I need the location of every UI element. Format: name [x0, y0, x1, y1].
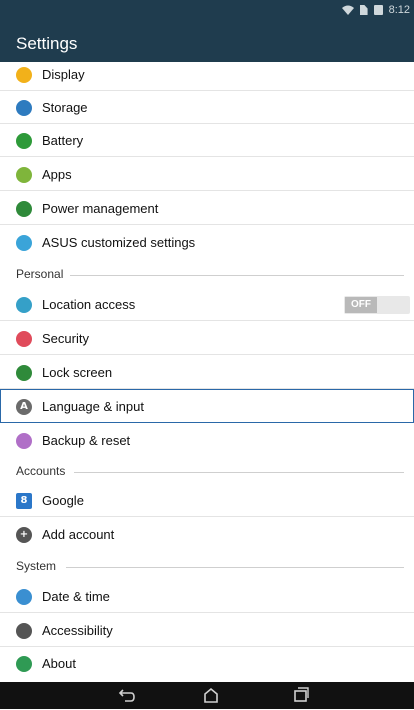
- back-icon[interactable]: [116, 686, 138, 706]
- row-accessibility[interactable]: Accessibility: [0, 614, 414, 647]
- section-divider: [70, 275, 404, 276]
- row-label: Date & time: [42, 589, 110, 604]
- row-label: Apps: [42, 167, 72, 182]
- row-label: Backup & reset: [42, 433, 131, 448]
- row-label: Accessibility: [42, 623, 113, 638]
- section-title: Accounts: [16, 464, 66, 478]
- storage-icon: [16, 100, 32, 116]
- settings-list[interactable]: Display Storage Battery Apps Power manag…: [0, 62, 414, 682]
- row-google[interactable]: 8 Google: [0, 484, 414, 517]
- page-title: Settings: [16, 34, 78, 53]
- row-label: About: [42, 656, 76, 671]
- row-apps[interactable]: Apps: [0, 158, 414, 191]
- wifi-icon: [341, 5, 354, 15]
- section-header-accounts: Accounts: [0, 461, 414, 481]
- language-glyph: A: [20, 401, 28, 412]
- google-glyph: 8: [20, 495, 28, 506]
- row-about[interactable]: About: [0, 647, 414, 680]
- row-label: Battery: [42, 133, 84, 148]
- back-icon-svg: [118, 689, 135, 702]
- location-icon: [16, 297, 32, 313]
- row-asus-customized-settings[interactable]: ASUS customized settings: [0, 226, 414, 259]
- row-date-time[interactable]: Date & time: [0, 580, 414, 613]
- row-label: Language & input: [42, 399, 144, 414]
- row-display[interactable]: Display: [0, 62, 414, 91]
- recents-icon-svg: [294, 687, 309, 702]
- row-label: Power management: [42, 201, 159, 216]
- home-icon[interactable]: [200, 686, 222, 706]
- row-security[interactable]: Security: [0, 322, 414, 355]
- add-glyph: +: [19, 529, 29, 540]
- row-power-management[interactable]: Power management: [0, 192, 414, 225]
- battery-icon: [373, 5, 383, 15]
- add-account-icon: +: [16, 527, 32, 543]
- app-bar: Settings: [0, 22, 414, 62]
- row-label: Google: [42, 493, 84, 508]
- power-management-icon: [16, 201, 32, 217]
- asus-settings-icon: [16, 235, 32, 251]
- row-label: Location access: [42, 297, 136, 312]
- row-add-account[interactable]: + Add account: [0, 518, 414, 551]
- home-icon-svg: [204, 687, 218, 703]
- location-toggle[interactable]: OFF: [344, 296, 410, 314]
- row-lock-screen[interactable]: Lock screen: [0, 356, 414, 389]
- row-label: Security: [42, 331, 89, 346]
- accessibility-icon: [16, 623, 32, 639]
- row-backup-reset[interactable]: Backup & reset: [0, 424, 414, 457]
- row-language-input[interactable]: A Language & input: [0, 389, 414, 423]
- security-icon: [16, 331, 32, 347]
- section-title: System: [16, 559, 57, 573]
- section-divider: [74, 472, 404, 473]
- row-label: ASUS customized settings: [42, 235, 196, 250]
- status-icons: 8:12: [341, 4, 410, 16]
- navigation-bar: [0, 682, 414, 709]
- about-icon: [16, 656, 32, 672]
- row-location-access[interactable]: Location access OFF: [0, 288, 414, 321]
- row-storage[interactable]: Storage: [0, 91, 414, 124]
- section-title: Personal: [16, 267, 64, 281]
- toggle-state: OFF: [345, 297, 377, 313]
- date-time-icon: [16, 589, 32, 605]
- section-header-personal: Personal: [0, 264, 414, 284]
- language-icon: A: [16, 399, 32, 415]
- status-time: 8:12: [388, 4, 410, 16]
- row-battery[interactable]: Battery: [0, 124, 414, 157]
- recents-icon[interactable]: [290, 686, 312, 706]
- row-label: Lock screen: [42, 365, 113, 380]
- status-bar: 8:12: [0, 0, 414, 22]
- backup-icon: [16, 433, 32, 449]
- section-divider: [66, 567, 404, 568]
- sim-icon: [359, 5, 368, 15]
- section-header-system: System: [0, 556, 414, 576]
- apps-icon: [16, 167, 32, 183]
- display-icon: [16, 67, 32, 83]
- google-icon: 8: [16, 493, 32, 509]
- battery-settings-icon: [16, 133, 32, 149]
- row-label: Display: [42, 67, 85, 82]
- row-label: Storage: [42, 100, 88, 115]
- lock-screen-icon: [16, 365, 32, 381]
- row-label: Add account: [42, 527, 115, 542]
